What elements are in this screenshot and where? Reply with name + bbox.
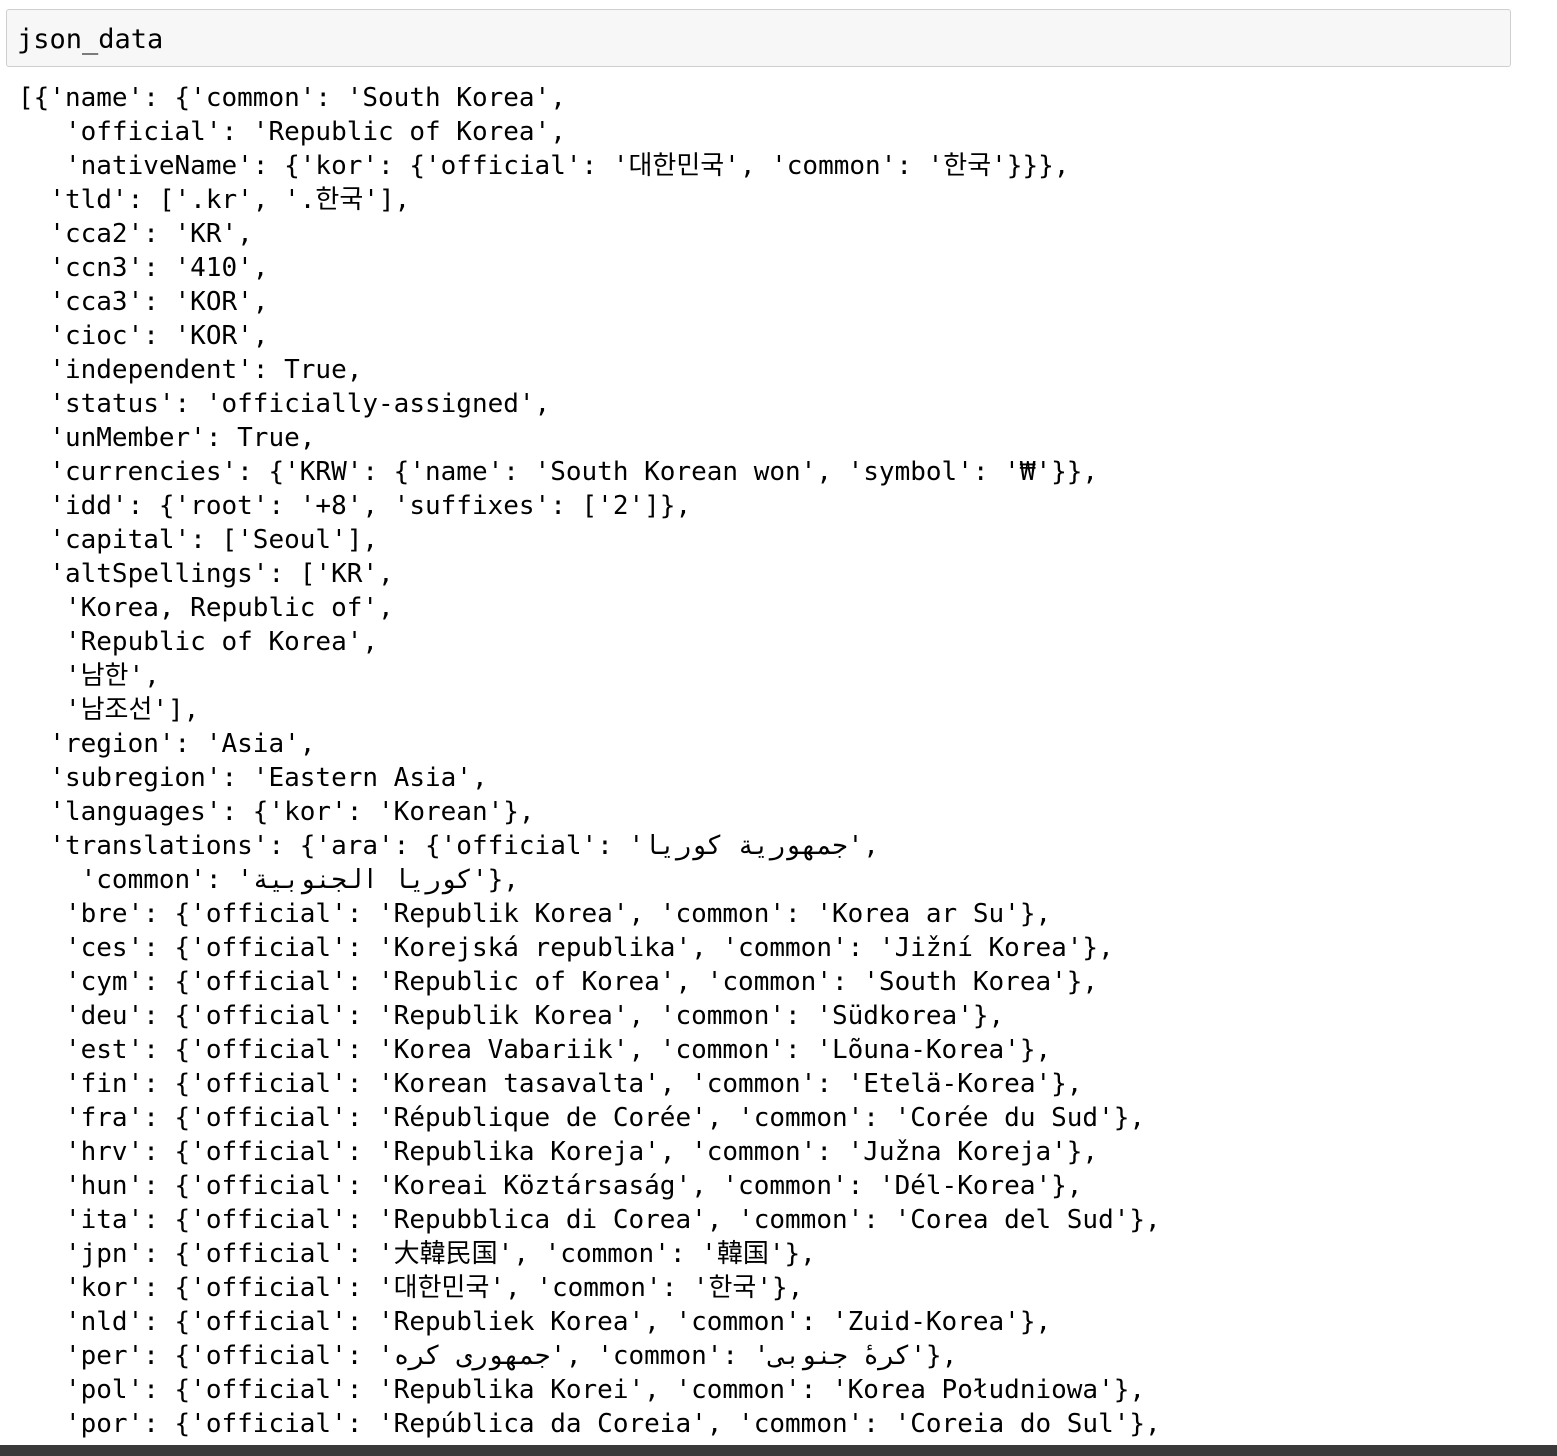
output-line: 'status': 'officially-assigned', [18, 389, 551, 419]
bottom-bar [0, 1445, 1557, 1456]
code-input-cell[interactable]: json_data [6, 9, 1511, 67]
output-line: 'tld': ['.kr', '.한국'], [18, 185, 411, 215]
output-line: 'common': 'كوريا الجنوبية'}, [18, 865, 519, 895]
output-line: 'subregion': 'Eastern Asia', [18, 763, 488, 793]
output-line: 'Republic of Korea', [18, 627, 379, 657]
output-line: 'deu': {'official': 'Republik Korea', 'c… [18, 1001, 1005, 1031]
output-line: 'ces': {'official': 'Korejská republika'… [18, 933, 1114, 963]
output-line: [{'name': {'common': 'South Korea', [18, 83, 566, 113]
output-line: 'fin': {'official': 'Korean tasavalta', … [18, 1069, 1083, 1099]
output-line: 'per': {'official': 'جمهوری کره', 'commo… [18, 1341, 958, 1371]
output-line: 'jpn': {'official': '大韓民国', 'common': '韓… [18, 1239, 816, 1269]
output-line: '남조선'], [18, 695, 200, 725]
output-line: 'pol': {'official': 'Republika Korei', '… [18, 1375, 1146, 1405]
output-line: '남한', [18, 661, 160, 691]
output-line: 'hun': {'official': 'Koreai Köztársaság'… [18, 1171, 1083, 1201]
output-line: 'cioc': 'KOR', [18, 321, 269, 351]
output-line: 'official': 'Republic of Korea', [18, 117, 566, 147]
output-line: 'kor': {'official': '대한민국', 'common': '한… [18, 1273, 804, 1303]
output-line: 'ccn3': '410', [18, 253, 269, 283]
output-line: 'Korea, Republic of', [18, 593, 394, 623]
output-line: 'bre': {'official': 'Republik Korea', 'c… [18, 899, 1052, 929]
output-line: 'idd': {'root': '+8', 'suffixes': ['2']}… [18, 491, 692, 521]
output-line: 'fra': {'official': 'République de Corée… [18, 1103, 1146, 1133]
output-line: 'por': {'official': 'República da Coreia… [18, 1409, 1161, 1439]
output-line: 'region': 'Asia', [18, 729, 316, 759]
code-input-text[interactable]: json_data [17, 23, 163, 57]
output-line: 'altSpellings': ['KR', [18, 559, 394, 589]
output-line: 'cym': {'official': 'Republic of Korea',… [18, 967, 1099, 997]
output-line: 'capital': ['Seoul'], [18, 525, 379, 555]
output-line: 'ita': {'official': 'Repubblica di Corea… [18, 1205, 1161, 1235]
output-line: 'translations': {'ara': {'official': 'جم… [18, 831, 879, 861]
output-line: 'unMember': True, [18, 423, 316, 453]
output-line: 'nativeName': {'kor': {'official': '대한민국… [18, 151, 1070, 181]
output-line: 'hrv': {'official': 'Republika Koreja', … [18, 1137, 1099, 1167]
output-line: 'nld': {'official': 'Republiek Korea', '… [18, 1307, 1052, 1337]
cell-output: [{'name': {'common': 'South Korea', 'off… [18, 81, 1538, 1441]
output-line: 'languages': {'kor': 'Korean'}, [18, 797, 535, 827]
output-line: 'cca3': 'KOR', [18, 287, 269, 317]
output-line: 'cca2': 'KR', [18, 219, 253, 249]
output-line: 'est': {'official': 'Korea Vabariik', 'c… [18, 1035, 1052, 1065]
output-line: 'currencies': {'KRW': {'name': 'South Ko… [18, 457, 1099, 487]
output-line: 'independent': True, [18, 355, 363, 385]
